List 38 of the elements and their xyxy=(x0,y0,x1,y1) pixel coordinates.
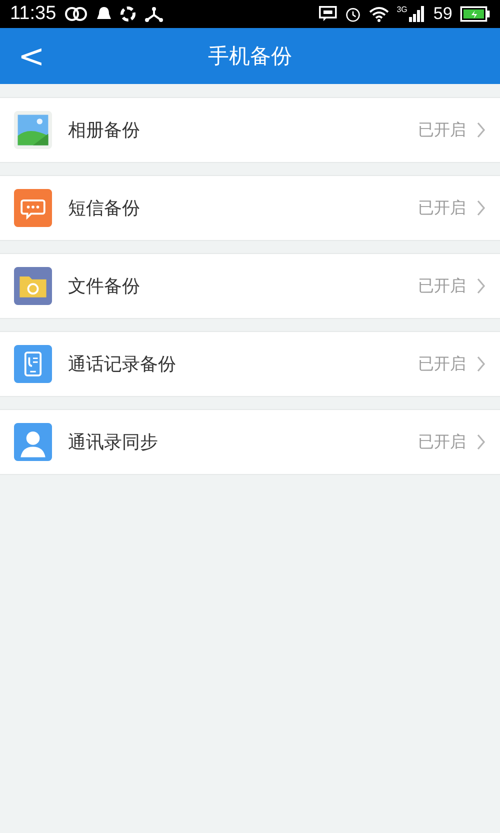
item-status: 已开启 xyxy=(418,120,466,140)
item-label: 通讯录同步 xyxy=(68,431,159,454)
battery-percent: 59 xyxy=(433,4,452,24)
screen-title: 手机备份 xyxy=(208,43,292,70)
item-status: 已开启 xyxy=(418,276,466,296)
phone-log-icon xyxy=(14,345,52,383)
item-label: 通话记录备份 xyxy=(68,353,177,376)
network-type: 3G xyxy=(396,5,408,14)
backup-item[interactable]: 文件备份 已开启 xyxy=(0,253,500,319)
chevron-icon xyxy=(476,199,486,217)
alarm-icon xyxy=(344,6,361,22)
message-icon xyxy=(14,189,52,227)
backup-item[interactable]: 通讯录同步 已开启 xyxy=(0,409,500,475)
picture-icon xyxy=(14,111,52,149)
clock: 11:35 xyxy=(10,3,56,25)
chevron-icon xyxy=(476,121,486,139)
signal-icon xyxy=(409,6,426,22)
item-label: 短信备份 xyxy=(68,197,141,220)
rings-icon xyxy=(64,6,88,22)
item-label: 相册备份 xyxy=(68,119,141,142)
message-icon xyxy=(318,6,337,22)
person-icon xyxy=(14,423,52,461)
backup-item[interactable]: 短信备份 已开启 xyxy=(0,175,500,241)
item-label: 文件备份 xyxy=(68,275,141,298)
chevron-icon xyxy=(476,277,486,295)
backup-item[interactable]: 相册备份 已开启 xyxy=(0,97,500,163)
item-status: 已开启 xyxy=(418,198,466,218)
battery-icon xyxy=(460,6,490,22)
back-button[interactable]: < xyxy=(12,36,51,76)
chevron-icon xyxy=(476,433,486,451)
folder-icon xyxy=(14,267,52,305)
aperture-icon xyxy=(120,6,136,22)
backup-item[interactable]: 通话记录备份 已开启 xyxy=(0,331,500,397)
item-status: 已开启 xyxy=(418,432,466,452)
item-status: 已开启 xyxy=(418,354,466,374)
wifi-icon xyxy=(368,6,389,22)
share-icon xyxy=(144,6,164,22)
chevron-icon xyxy=(476,355,486,373)
